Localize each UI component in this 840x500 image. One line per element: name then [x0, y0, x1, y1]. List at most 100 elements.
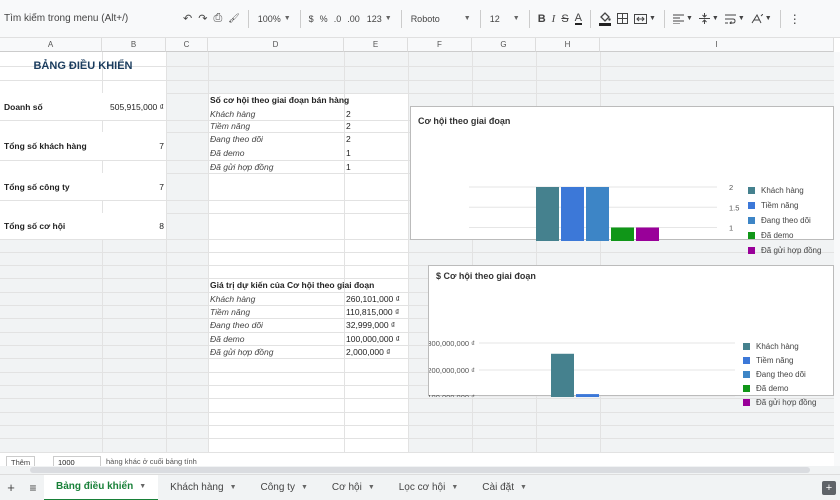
opportunity-count-cell[interactable]: 2 [346, 120, 351, 132]
value-amount-cell[interactable]: 2,000,000 ₫ [346, 345, 391, 358]
toolbar-divider [247, 9, 249, 28]
sheet-tab-customers[interactable]: Khách hàng ▼ [158, 475, 248, 500]
more-formats-select[interactable]: 123 ▼ [363, 6, 396, 32]
text-color-label: A [574, 11, 582, 25]
chevron-down-icon: ▼ [300, 484, 308, 491]
column-header-e[interactable]: E [344, 38, 408, 52]
chart-opportunities-by-stage[interactable]: Cơ hội theo giai đoạn 00.511.52 Khách hà… [410, 106, 834, 255]
bold-button[interactable]: B [535, 6, 549, 32]
more-options-icon[interactable]: ⋮ [786, 6, 804, 32]
opportunity-count-cell[interactable]: 2 [346, 132, 351, 146]
vertical-align-arrows-icon [698, 13, 710, 24]
chart-bar [576, 394, 599, 397]
legend-swatch [743, 371, 750, 378]
percent-format-button[interactable]: % [317, 6, 331, 32]
paint-format-icon[interactable]: 🖌 [225, 6, 242, 32]
zoom-select[interactable]: 100% ▼ [254, 6, 295, 32]
value-amount-cell[interactable]: 32,999,000 ₫ [346, 318, 395, 332]
chevron-down-icon: ▼ [229, 484, 237, 491]
column-header-c[interactable]: C [166, 38, 208, 52]
text-color-button[interactable]: A [572, 6, 585, 32]
opportunity-stage-cell[interactable]: Đã gửi hợp đồng [210, 160, 273, 173]
chart-tick-label: 2 [729, 183, 733, 192]
column-header-g[interactable]: G [472, 38, 536, 52]
scrollbar-thumb[interactable] [30, 467, 810, 473]
toolbar-divider [400, 9, 402, 28]
chart-bar [536, 187, 559, 241]
chart-bar [586, 187, 609, 241]
opportunity-count-cell[interactable]: 2 [346, 107, 351, 120]
chart-tick-label: 300,000,000 ₫ [429, 339, 475, 348]
bold-label: B [537, 12, 546, 25]
chevron-down-icon: ▼ [283, 15, 291, 22]
fill-color-icon[interactable] [596, 6, 614, 32]
merge-cells-icon[interactable]: ▼ [631, 6, 659, 32]
sheet-tab-settings[interactable]: Cài đặt ▼ [470, 475, 539, 500]
redo-icon[interactable]: ↷ [195, 6, 210, 32]
vertical-scrollbar[interactable] [834, 52, 840, 466]
toolbar-divider [590, 9, 591, 28]
legend-entry: Đang theo dõi [748, 216, 811, 225]
sheet-grid[interactable]: BẢNG ĐIỀU KHIỂN Doanh số 505,915,000 ₫ T… [0, 52, 834, 452]
chevron-down-icon: ▼ [685, 15, 693, 22]
sheet-tab-filter-opportunities[interactable]: Lọc cơ hội ▼ [387, 475, 471, 500]
legend-swatch [748, 187, 755, 194]
opportunity-count-cell[interactable]: 1 [346, 160, 351, 173]
opportunity-stage-cell[interactable]: Đang theo dõi [210, 132, 263, 146]
opportunity-stage-cell[interactable]: Tiềm năng [210, 120, 250, 132]
increase-decimal-button[interactable]: .00 [344, 6, 363, 32]
vertical-align-icon[interactable]: ▼ [696, 6, 722, 32]
borders-grid-icon [617, 13, 628, 24]
chevron-down-icon: ▼ [649, 15, 656, 22]
align-left-icon[interactable]: ▼ [670, 6, 696, 32]
italic-button[interactable]: I [549, 6, 559, 32]
value-stage-cell[interactable]: Đã gửi hợp đồng [210, 345, 273, 358]
text-wrap-icon[interactable]: ▼ [722, 6, 748, 32]
all-sheets-icon[interactable]: ≡ [22, 475, 44, 500]
decrease-decimal-button[interactable]: .0 [331, 6, 345, 32]
column-header-a[interactable]: A [0, 38, 102, 52]
value-stage-cell[interactable]: Đã demo [210, 332, 245, 345]
column-header-f[interactable]: F [408, 38, 472, 52]
sheet-tab-dashboard[interactable]: Bảng điều khiển ▼ [44, 474, 159, 500]
legend-swatch [748, 232, 755, 239]
print-icon[interactable]: ⎙ [210, 6, 225, 32]
kpi-value-sales: 505,915,000 ₫ [110, 101, 164, 112]
value-amount-cell[interactable]: 260,101,000 ₫ [346, 292, 400, 305]
value-stage-cell[interactable]: Khách hàng [210, 292, 255, 305]
horizontal-scrollbar[interactable] [0, 466, 840, 474]
font-size-select[interactable]: 12 ▼ [486, 6, 524, 32]
sheet-tab-opportunities[interactable]: Cơ hội ▼ [320, 475, 387, 500]
column-header-i[interactable]: I [600, 38, 834, 52]
column-header-h[interactable]: H [536, 38, 600, 52]
text-rotation-icon[interactable]: ▼ [748, 6, 775, 32]
chevron-down-icon: ▼ [764, 15, 772, 22]
legend-swatch [743, 385, 750, 392]
legend-swatch [748, 217, 755, 224]
chart-tick-label: 1 [729, 224, 733, 233]
column-header-b[interactable]: B [102, 38, 166, 52]
value-amount-cell[interactable]: 110,815,000 ₫ [346, 305, 399, 318]
undo-icon[interactable]: ↶ [180, 6, 195, 32]
value-stage-cell[interactable]: Đang theo dõi [210, 318, 263, 332]
font-select[interactable]: Roboto ▼ [407, 6, 475, 32]
opportunity-stage-cell[interactable]: Khách hàng [210, 107, 255, 120]
strikethrough-button[interactable]: S [558, 6, 571, 32]
sheet-tab-bar: + ≡ Bảng điều khiển ▼ Khách hàng ▼ Công ty… [0, 474, 840, 500]
opportunity-stage-cell[interactable]: Đã demo [210, 146, 245, 160]
currency-format-button[interactable]: $ [306, 6, 317, 32]
zoom-value: 100% [257, 13, 281, 24]
legend-label: Khách hàng [756, 342, 799, 351]
explore-icon[interactable]: + [822, 481, 836, 495]
chart-value-by-stage[interactable]: $ Cơ hội theo giai đoạn 0 ₫100,000,000 ₫… [428, 265, 834, 407]
kpi-label-companies: Tổng số công ty [4, 181, 70, 192]
borders-icon[interactable] [614, 6, 631, 32]
sheet-tab-companies[interactable]: Công ty ▼ [249, 475, 320, 500]
add-sheet-icon[interactable]: + [0, 475, 22, 500]
menu-search-input[interactable]: Tìm kiếm trong menu (Alt+/) [2, 6, 180, 32]
chevron-down-icon: ▼ [737, 15, 745, 22]
value-amount-cell[interactable]: 100,000,000 ₫ [346, 332, 400, 345]
value-stage-cell[interactable]: Tiềm năng [210, 305, 250, 318]
column-header-d[interactable]: D [208, 38, 344, 52]
opportunity-count-cell[interactable]: 1 [346, 146, 351, 160]
